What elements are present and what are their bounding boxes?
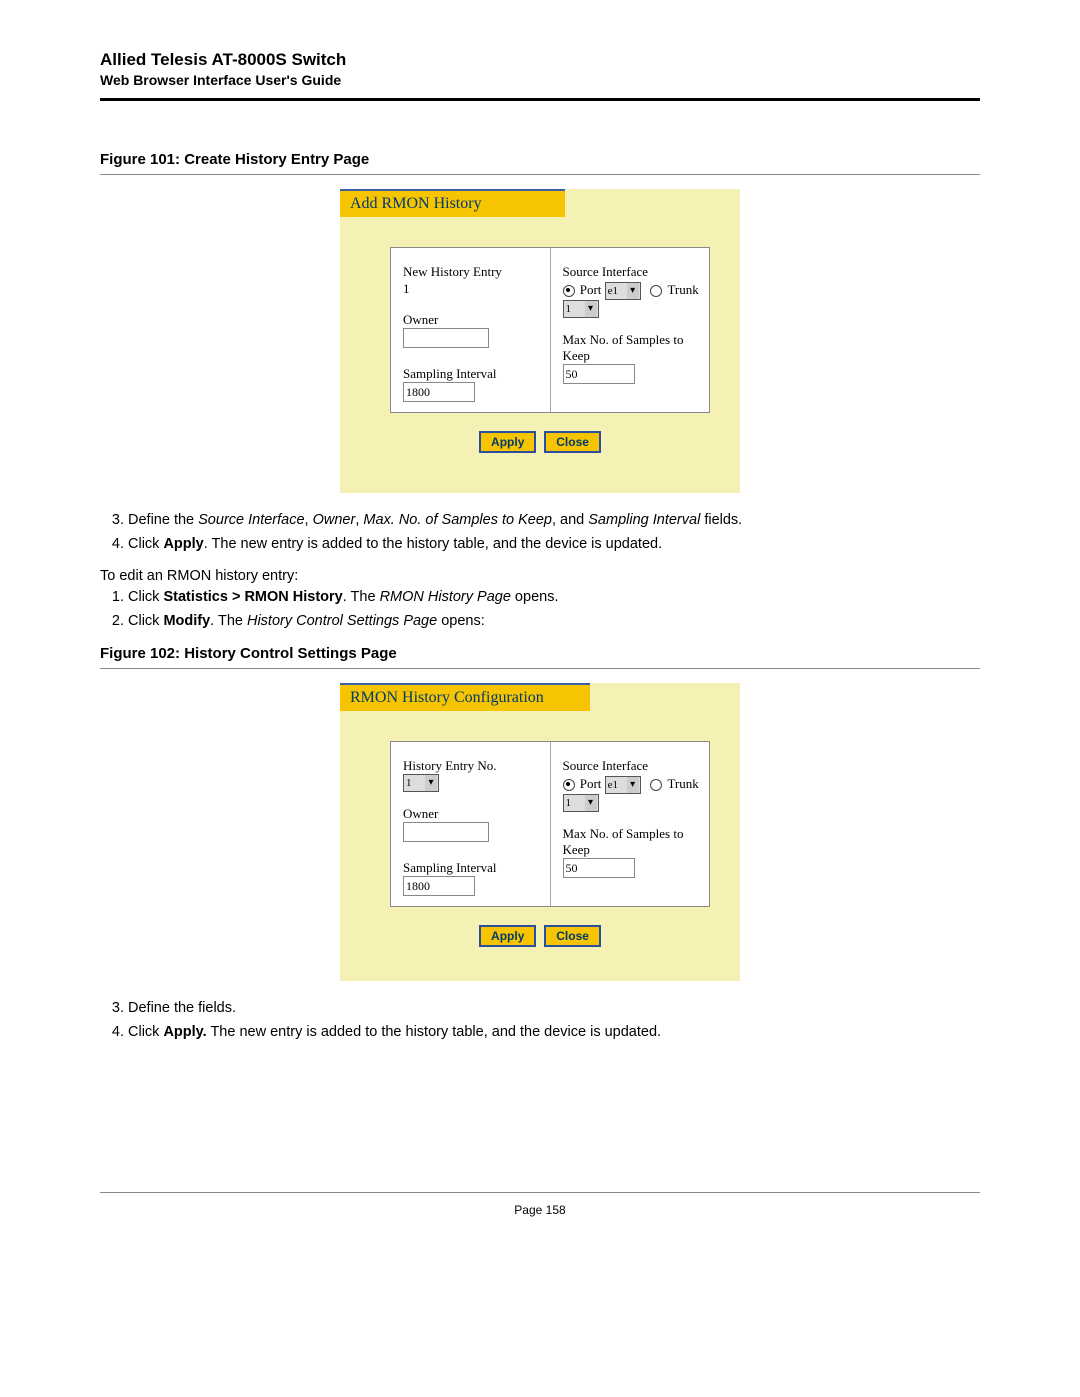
history-entry-no-select[interactable]: 1 bbox=[403, 774, 439, 792]
fig101-left-column: New History Entry 1 Owner Sampling Inter… bbox=[391, 248, 550, 412]
port-radio[interactable] bbox=[563, 285, 575, 297]
sampling-interval-label-2: Sampling Interval bbox=[403, 860, 540, 876]
new-history-entry-value: 1 bbox=[403, 280, 540, 298]
port-select-2[interactable]: e1 bbox=[605, 776, 641, 794]
fig102-left-column: History Entry No. 1 Owner Sampling Inter… bbox=[391, 742, 550, 906]
owner-label-2: Owner bbox=[403, 806, 540, 822]
max-samples-label: Max No. of Samples to Keep bbox=[563, 332, 700, 364]
close-button[interactable]: Close bbox=[544, 431, 601, 453]
trunk-radio-label: Trunk bbox=[667, 282, 698, 297]
sampling-interval-input[interactable]: 1800 bbox=[403, 382, 475, 402]
owner-label: Owner bbox=[403, 312, 540, 328]
fig102-window-title: RMON History Configuration bbox=[340, 683, 590, 711]
figure-101-caption: Figure 101: Create History Entry Page bbox=[100, 151, 980, 168]
edit-intro-text: To edit an RMON history entry: bbox=[100, 568, 980, 584]
instruction-1-3: Define the Source Interface, Owner, Max.… bbox=[128, 511, 980, 531]
fig101-button-row: Apply Close bbox=[340, 431, 740, 453]
fig101-form-panel: New History Entry 1 Owner Sampling Inter… bbox=[390, 247, 710, 413]
apply-button-2[interactable]: Apply bbox=[479, 925, 536, 947]
sampling-interval-input-2[interactable]: 1800 bbox=[403, 876, 475, 896]
doc-subtitle: Web Browser Interface User's Guide bbox=[100, 72, 980, 88]
port-radio-label: Port bbox=[580, 282, 602, 297]
header-divider bbox=[100, 98, 980, 101]
port-radio-2[interactable] bbox=[563, 779, 575, 791]
fig102-screenshot: RMON History Configuration History Entry… bbox=[340, 683, 740, 981]
close-button-2[interactable]: Close bbox=[544, 925, 601, 947]
instruction-2-1: Click Statistics > RMON History. The RMO… bbox=[128, 588, 980, 608]
source-interface-label-2: Source Interface bbox=[563, 758, 700, 774]
apply-button[interactable]: Apply bbox=[479, 431, 536, 453]
doc-title: Allied Telesis AT-8000S Switch bbox=[100, 50, 980, 70]
footer-divider bbox=[100, 1192, 980, 1193]
max-samples-input[interactable]: 50 bbox=[563, 364, 635, 384]
port-select[interactable]: e1 bbox=[605, 282, 641, 300]
fig102-divider bbox=[100, 668, 980, 669]
fig101-right-column: Source Interface Port e1 Trunk 1 Max No.… bbox=[550, 248, 710, 412]
instruction-list-1: Define the Source Interface, Owner, Max.… bbox=[128, 511, 980, 554]
instruction-list-3: Define the fields. Click Apply. The new … bbox=[128, 999, 980, 1042]
fig102-form-panel: History Entry No. 1 Owner Sampling Inter… bbox=[390, 741, 710, 907]
fig101-divider bbox=[100, 174, 980, 175]
fig101-screenshot: Add RMON History New History Entry 1 Own… bbox=[340, 189, 740, 493]
owner-input-2[interactable] bbox=[403, 822, 489, 842]
fig102-button-row: Apply Close bbox=[340, 925, 740, 947]
figure-102-caption: Figure 102: History Control Settings Pag… bbox=[100, 645, 980, 662]
instruction-1-4: Click Apply. The new entry is added to t… bbox=[128, 535, 980, 555]
trunk-radio-2[interactable] bbox=[650, 779, 662, 791]
instruction-2-2: Click Modify. The History Control Settin… bbox=[128, 612, 980, 632]
source-interface-label: Source Interface bbox=[563, 264, 700, 280]
trunk-radio[interactable] bbox=[650, 285, 662, 297]
fig102-right-column: Source Interface Port e1 Trunk 1 Max No.… bbox=[550, 742, 710, 906]
trunk-radio-label-2: Trunk bbox=[667, 776, 698, 791]
new-history-entry-label: New History Entry bbox=[403, 264, 540, 280]
page-number: Page 158 bbox=[100, 1203, 980, 1217]
owner-input[interactable] bbox=[403, 328, 489, 348]
port-radio-label-2: Port bbox=[580, 776, 602, 791]
history-entry-no-label: History Entry No. bbox=[403, 758, 540, 774]
instruction-3-4: Click Apply. The new entry is added to t… bbox=[128, 1023, 980, 1043]
instruction-3-3: Define the fields. bbox=[128, 999, 980, 1019]
fig101-window-title: Add RMON History bbox=[340, 189, 565, 217]
trunk-select[interactable]: 1 bbox=[563, 300, 599, 318]
sampling-interval-label: Sampling Interval bbox=[403, 366, 540, 382]
trunk-select-2[interactable]: 1 bbox=[563, 794, 599, 812]
max-samples-input-2[interactable]: 50 bbox=[563, 858, 635, 878]
instruction-list-2: Click Statistics > RMON History. The RMO… bbox=[128, 588, 980, 631]
max-samples-label-2: Max No. of Samples to Keep bbox=[563, 826, 700, 858]
